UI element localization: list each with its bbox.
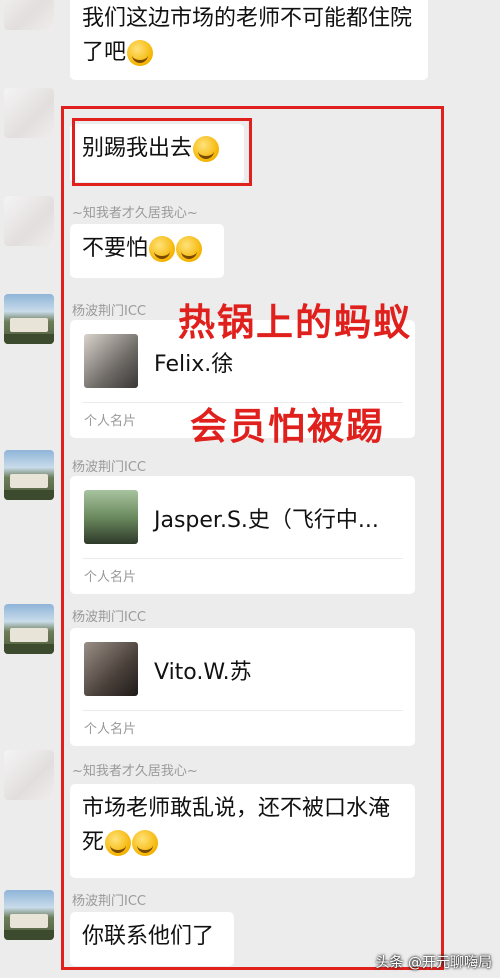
message-bubble: 我们这边市场的老师不可能都住院了吧 [70, 0, 428, 80]
avatar[interactable] [4, 750, 54, 800]
avatar[interactable] [4, 450, 54, 500]
avatar[interactable] [4, 604, 54, 654]
avatar[interactable] [4, 294, 54, 344]
avatar[interactable] [4, 890, 54, 940]
avatar[interactable] [4, 88, 54, 138]
watermark: 头条 @开元聊嗨局 [375, 955, 492, 971]
avatar[interactable] [4, 0, 54, 30]
avatar[interactable] [4, 196, 54, 246]
annotation-line2: 会员怕被踢 [190, 405, 385, 448]
highlight-box-large [61, 106, 444, 970]
annotation-line1: 热锅上的蚂蚁 [178, 301, 412, 344]
facepalm-emoji-icon [127, 40, 154, 66]
